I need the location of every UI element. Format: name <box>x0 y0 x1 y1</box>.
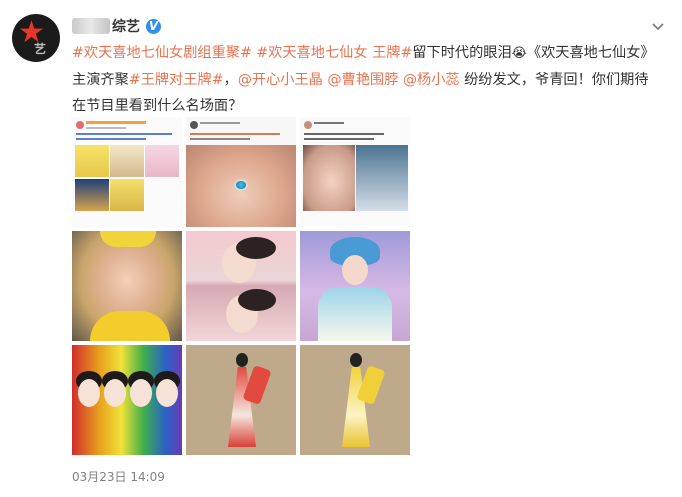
mention-link[interactable]: @开心小王晶 <box>238 72 323 88</box>
name-redaction <box>72 18 110 34</box>
post-text-segment: 《欢天喜地七仙女》 <box>526 45 655 61</box>
post-timestamp[interactable]: 03月23日 14:09 <box>72 468 165 485</box>
hashtag-link[interactable]: #王牌对王牌# <box>129 72 224 88</box>
image-thumb-5[interactable] <box>186 231 296 341</box>
post-text-segment: 留下时代的眼泪 <box>412 45 512 61</box>
image-thumb-7[interactable] <box>72 345 182 455</box>
account-name-row: 综艺 V <box>72 15 161 37</box>
image-thumb-8[interactable] <box>186 345 296 455</box>
hashtag-link[interactable]: #欢天喜地七仙女 王牌# <box>256 45 412 61</box>
image-grid <box>72 117 412 457</box>
post-text-segment: 主演齐聚 <box>72 72 129 88</box>
mention-link[interactable]: @杨小蕊 <box>403 72 460 88</box>
avatar[interactable]: ★ 艺 <box>12 14 60 62</box>
image-thumb-4[interactable] <box>72 231 182 341</box>
image-thumb-6[interactable] <box>300 231 410 341</box>
image-thumb-2[interactable] <box>186 117 296 227</box>
crying-emoji-icon: 😭 <box>511 46 527 61</box>
mention-link[interactable]: @曹艳围脖 <box>327 72 398 88</box>
avatar-logo-text: 艺 <box>34 42 47 56</box>
chevron-down-icon[interactable] <box>650 18 666 34</box>
post-text: #欢天喜地七仙女剧组重聚# #欢天喜地七仙女 王牌#留下时代的眼泪😭《欢天喜地七… <box>72 40 662 119</box>
account-name[interactable]: 综艺 <box>112 16 140 36</box>
image-thumb-1[interactable] <box>72 117 182 227</box>
hashtag-link[interactable]: #欢天喜地七仙女剧组重聚# <box>72 45 252 61</box>
weibo-post-card: ★ 艺 综艺 V #欢天喜地七仙女剧组重聚# #欢天喜地七仙女 王牌#留下时代的… <box>0 0 682 497</box>
post-text-segment: ， <box>223 72 238 88</box>
image-thumb-3[interactable] <box>300 117 410 227</box>
image-thumb-9[interactable] <box>300 345 410 455</box>
verified-badge-icon: V <box>146 18 161 34</box>
